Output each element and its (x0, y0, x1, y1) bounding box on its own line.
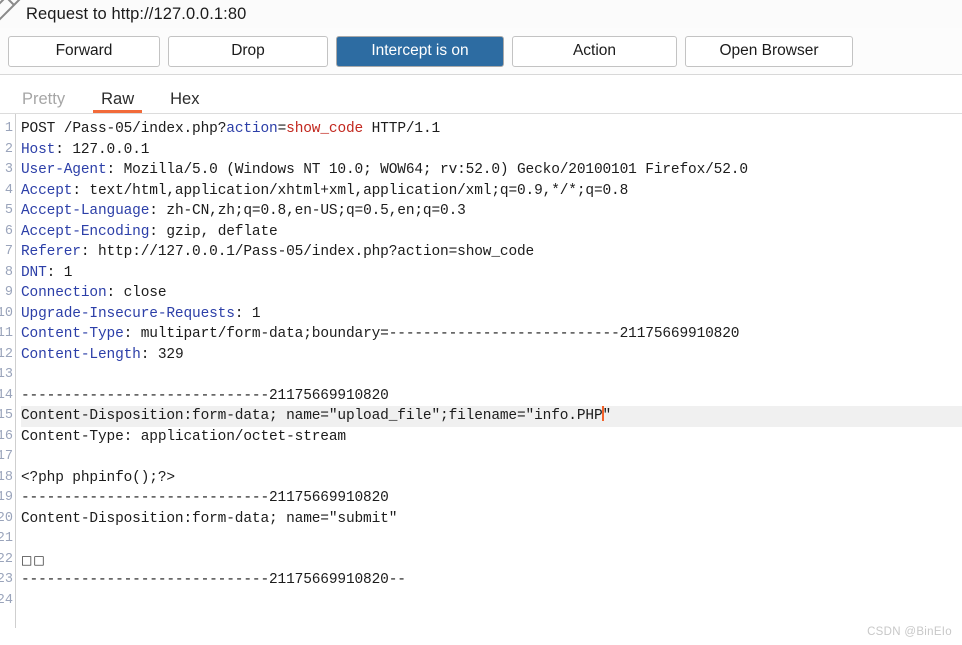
code-line[interactable]: DNT: 1 (21, 263, 962, 284)
line-number: 10 (0, 305, 13, 321)
action-button[interactable]: Action (512, 35, 677, 67)
code-line[interactable]: Host: 127.0.0.1 (21, 140, 962, 161)
line-number: 15 (0, 408, 13, 423)
line-number: 19 (0, 490, 13, 505)
raw-message-editor[interactable]: 123456789101112131415161718192021222324 … (0, 114, 962, 628)
line-number: 22 (0, 551, 13, 567)
code-line[interactable]: Content-Length: 329 (21, 345, 962, 366)
tab-hex[interactable]: Hex (152, 90, 217, 114)
code-line[interactable] (21, 529, 962, 550)
line-number: 23 (0, 572, 13, 587)
line-number: 17 (0, 449, 13, 464)
code-line[interactable]: <?php phpinfo();?> (21, 468, 962, 489)
line-number: 13 (0, 367, 13, 382)
page-title: Request to http://127.0.0.1:80 (26, 4, 247, 23)
line-number: 20 (0, 510, 13, 526)
pencil-icon (0, 0, 24, 23)
line-number: 6 (4, 223, 13, 239)
code-line[interactable]: Content-Disposition:form-data; name="sub… (21, 509, 962, 530)
code-line[interactable] (21, 447, 962, 468)
code-line[interactable]: Referer: http://127.0.0.1/Pass-05/index.… (21, 242, 962, 263)
line-number: 4 (4, 182, 13, 198)
code-line[interactable]: Accept-Encoding: gzip, deflate (21, 222, 962, 243)
code-line[interactable]: Upgrade-Insecure-Requests: 1 (21, 304, 962, 325)
line-number: 7 (4, 244, 13, 259)
code-line[interactable]: POST /Pass-05/index.php?action=show_code… (21, 119, 962, 140)
line-number: 5 (4, 203, 13, 218)
intercept-toggle-button[interactable]: Intercept is on (336, 35, 504, 67)
watermark: CSDN @BinEIo (867, 626, 952, 638)
line-number: 9 (4, 285, 13, 300)
open-browser-button[interactable]: Open Browser (685, 35, 853, 67)
window-title-bar: Request to http://127.0.0.1:80 (0, 0, 962, 28)
line-number-gutter: 123456789101112131415161718192021222324 (0, 114, 16, 628)
code-line[interactable]: Accept-Language: zh-CN,zh;q=0.8,en-US;q=… (21, 201, 962, 222)
line-number: 12 (0, 346, 13, 362)
tab-pretty[interactable]: Pretty (4, 90, 83, 114)
drop-button[interactable]: Drop (168, 35, 328, 67)
intercept-toolbar: Forward Drop Intercept is on Action Open… (0, 28, 962, 75)
line-number: 18 (0, 469, 13, 485)
code-line[interactable]: -----------------------------21175669910… (21, 386, 962, 407)
code-line[interactable] (21, 365, 962, 386)
line-number: 3 (4, 162, 13, 177)
code-line[interactable]: Content-Type: multipart/form-data;bounda… (21, 324, 962, 345)
code-line[interactable]: Content-Type: application/octet-stream (21, 427, 962, 448)
code-line[interactable]: Accept: text/html,application/xhtml+xml,… (21, 181, 962, 202)
tab-raw[interactable]: Raw (83, 90, 152, 114)
forward-button[interactable]: Forward (8, 35, 160, 67)
line-number: 14 (0, 387, 13, 403)
message-source-text[interactable]: POST /Pass-05/index.php?action=show_code… (16, 114, 962, 628)
line-number: 11 (0, 326, 13, 341)
code-line[interactable]: Content-Disposition:form-data; name="upl… (21, 406, 962, 427)
code-line[interactable]: □□ (21, 550, 962, 571)
code-line[interactable]: Connection: close (21, 283, 962, 304)
code-line[interactable]: -----------------------------21175669910… (21, 570, 962, 591)
code-line[interactable]: -----------------------------21175669910… (21, 488, 962, 509)
line-number: 2 (4, 141, 13, 157)
line-number: 16 (0, 428, 13, 444)
line-number: 24 (0, 592, 13, 608)
line-number: 1 (4, 121, 13, 136)
code-line[interactable]: User-Agent: Mozilla/5.0 (Windows NT 10.0… (21, 160, 962, 181)
line-number: 21 (0, 531, 13, 546)
code-line[interactable] (21, 591, 962, 612)
message-view-tabs: Pretty Raw Hex (0, 75, 962, 114)
line-number: 8 (4, 264, 13, 280)
